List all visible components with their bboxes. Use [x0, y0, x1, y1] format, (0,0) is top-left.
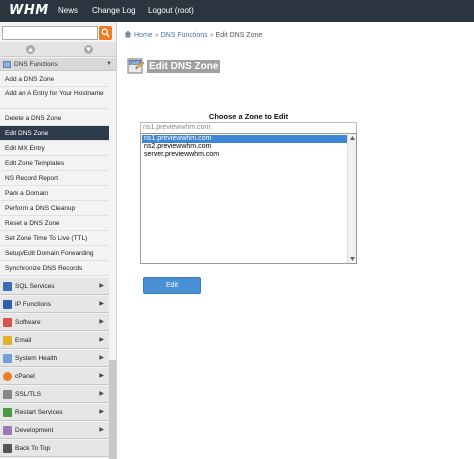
section-label: DNS Functions [14, 61, 58, 68]
scroll-up-icon[interactable] [350, 136, 355, 140]
section-label: SSL/TLS [15, 391, 42, 398]
section-label: Restart Services [15, 409, 63, 416]
zone-list-scrollbar[interactable] [347, 134, 356, 263]
sidebar-section-ip-functions[interactable]: IP Functions ▶ [0, 296, 109, 313]
sidebar-search-input[interactable] [2, 26, 98, 40]
sidebar-section-system-health[interactable]: System Health ▶ [0, 350, 109, 367]
chevron-right-icon: ▶ [99, 301, 104, 307]
sidebar-section-dns-functions[interactable]: DNS Functions ▼ [0, 58, 116, 71]
chevron-right-icon: ▶ [99, 337, 104, 343]
sidebar-item-add-a-entry[interactable]: Add an A Entry for Your Hostname [0, 88, 109, 109]
zone-list[interactable]: ns1.previewwhm.com ns2.previewwhm.com se… [140, 133, 357, 264]
sidebar: DNS Functions ▼ Add a DNS Zone Add an A … [0, 22, 117, 459]
sidebar-item-delete-dns-zone[interactable]: Delete a DNS Zone [0, 111, 109, 126]
sidebar-item-dns-cleanup[interactable]: Perform a DNS Cleanup [0, 201, 109, 216]
chevron-right-icon: ▶ [99, 409, 104, 415]
sidebar-item-add-dns-zone[interactable]: Add a DNS Zone [0, 73, 109, 87]
section-label: Back To Top [15, 445, 51, 452]
sidebar-item-edit-dns-zone[interactable]: Edit DNS Zone [0, 126, 109, 141]
sidebar-item-edit-mx-entry[interactable]: Edit MX Entry [0, 141, 109, 156]
section-label: System Health [15, 355, 58, 362]
search-button[interactable] [99, 26, 112, 40]
software-icon [3, 318, 12, 327]
sidebar-section-ssl-tls[interactable]: SSL/TLS ▶ [0, 386, 109, 403]
sidebar-scrollbar[interactable] [109, 360, 116, 459]
cpanel-icon [3, 372, 12, 381]
search-icon [101, 28, 110, 38]
zone-option[interactable]: ns1.previewwhm.com [142, 135, 347, 143]
top-bar: WHM News Change Log Logout (root) [0, 0, 474, 22]
back-to-top-link[interactable]: Back To Top [0, 440, 109, 457]
sidebar-item-park-domain[interactable]: Park a Domain [0, 186, 109, 201]
chevron-right-icon: ▶ [99, 355, 104, 361]
ip-icon [3, 300, 12, 309]
collapse-controls [0, 42, 116, 57]
development-icon [3, 426, 12, 435]
section-label: SQL Services [15, 283, 55, 290]
sidebar-item-edit-zone-templates[interactable]: Edit Zone Templates [0, 156, 109, 171]
scroll-down-icon[interactable] [350, 257, 355, 261]
zone-option[interactable]: server.previewwhm.com [142, 151, 347, 159]
chevron-right-icon: ▶ [99, 373, 104, 379]
sidebar-section-development[interactable]: Development ▶ [0, 422, 109, 439]
health-icon [3, 354, 12, 363]
sidebar-section-software[interactable]: Software ▶ [0, 314, 109, 331]
chevron-up-icon [28, 47, 33, 52]
sidebar-section-cpanel[interactable]: cPanel ▶ [0, 368, 109, 385]
svg-text:DNS: DNS [130, 60, 140, 65]
breadcrumb-home[interactable]: Home [134, 32, 153, 39]
sidebar-item-reset-dns-zone[interactable]: Reset a DNS Zone [0, 216, 109, 231]
dns-icon [3, 61, 11, 68]
page-title: Edit DNS Zone [147, 60, 221, 73]
section-label: IP Functions [15, 301, 52, 308]
home-icon [124, 30, 132, 38]
email-icon [3, 336, 12, 345]
nav-news[interactable]: News [58, 0, 78, 22]
chevron-right-icon: ▶ [99, 427, 104, 433]
restart-icon [3, 408, 12, 417]
zone-option[interactable]: ns2.previewwhm.com [142, 143, 347, 151]
chevron-right-icon: ▶ [99, 391, 104, 397]
chevron-right-icon: ▶ [99, 319, 104, 325]
breadcrumb: Home» DNS Functions» Edit DNS Zone [124, 30, 262, 40]
breadcrumb-dns-functions[interactable]: DNS Functions [161, 32, 208, 39]
sidebar-item-ns-record-report[interactable]: NS Record Report [0, 171, 109, 186]
database-icon [3, 282, 12, 291]
breadcrumb-current: Edit DNS Zone [215, 32, 263, 39]
ssl-icon [3, 390, 12, 399]
collapse-all-button[interactable] [26, 45, 35, 54]
expand-all-button[interactable] [84, 45, 93, 54]
chevron-right-icon: ▶ [99, 283, 104, 289]
whm-logo[interactable]: WHM [4, 2, 54, 19]
sidebar-item-synchronize-dns[interactable]: Synchronize DNS Records [0, 261, 109, 276]
sidebar-section-restart-services[interactable]: Restart Services ▶ [0, 404, 109, 421]
back-to-top-icon [3, 444, 12, 453]
chevron-down-icon: ▼ [106, 61, 112, 67]
section-label: Email [15, 337, 32, 344]
chevron-down-icon [86, 47, 91, 52]
nav-logout[interactable]: Logout (root) [148, 0, 194, 22]
section-label: Development [15, 427, 54, 434]
sidebar-section-sql-services[interactable]: SQL Services ▶ [0, 278, 109, 295]
zone-chooser-label: Choose a Zone to Edit [208, 112, 289, 121]
dns-zone-icon: DNS [127, 58, 145, 74]
sidebar-section-email[interactable]: Email ▶ [0, 332, 109, 349]
sidebar-item-set-zone-ttl[interactable]: Set Zone Time To Live (TTL) [0, 231, 109, 246]
sidebar-item-domain-forwarding[interactable]: Setup/Edit Domain Forwarding [0, 246, 109, 261]
section-label: cPanel [15, 373, 35, 380]
edit-button[interactable]: Edit [143, 277, 201, 294]
section-label: Software [15, 319, 41, 326]
nav-change-log[interactable]: Change Log [92, 0, 136, 22]
